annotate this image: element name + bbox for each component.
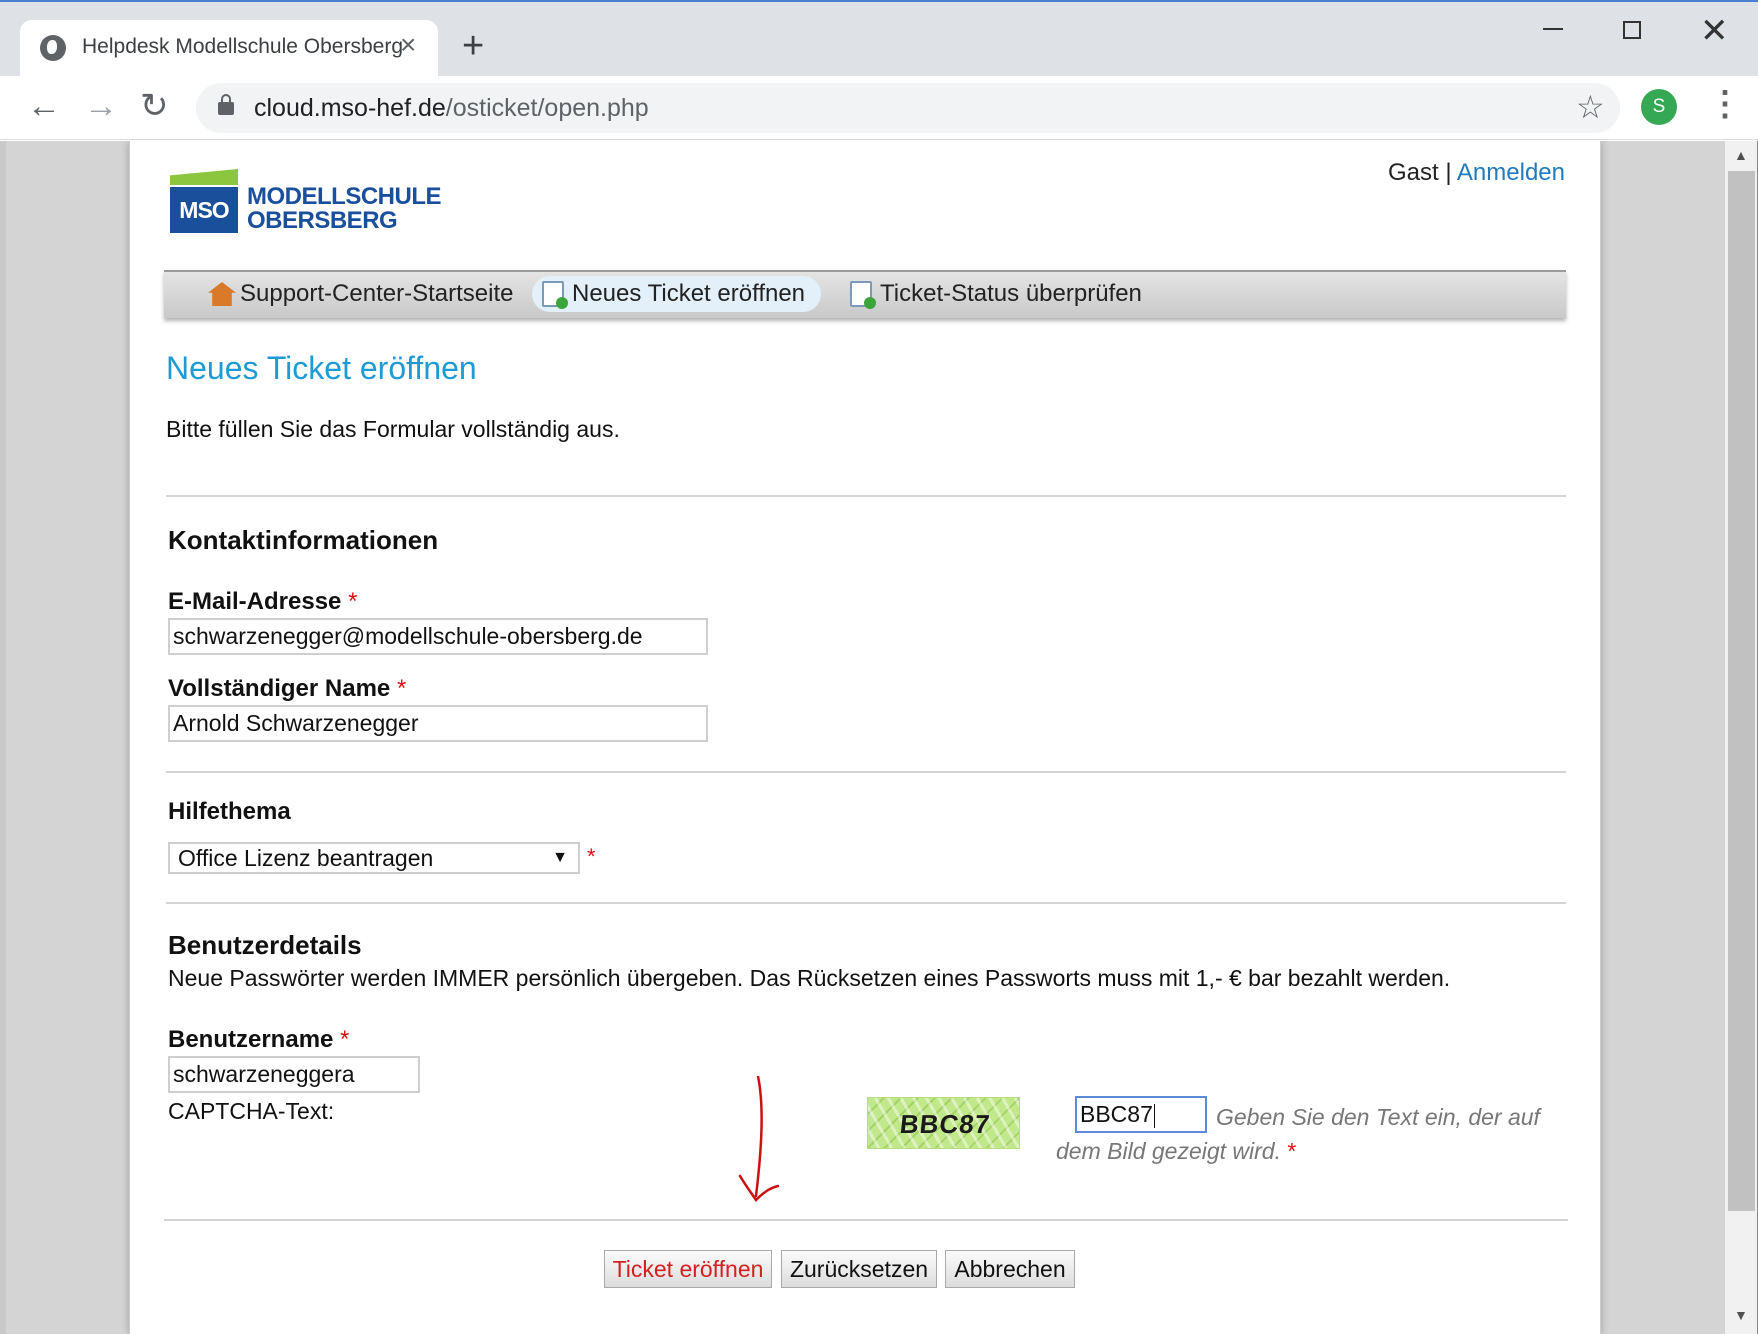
forward-arrow-icon[interactable]: →: [84, 86, 118, 126]
background-strip: [0, 141, 6, 1334]
dropdown-arrow-icon: ▼: [552, 849, 568, 866]
reload-icon[interactable]: ↻: [140, 86, 169, 126]
captcha-input[interactable]: BBC87: [1075, 1096, 1207, 1133]
home-icon: [208, 282, 236, 306]
close-window-button[interactable]: ✕: [1700, 14, 1729, 48]
helpdesk-page: MSO MODELLSCHULE OBERSBERG Gast | Anmeld…: [129, 141, 1601, 1334]
cancel-button[interactable]: Abbrechen: [945, 1250, 1075, 1288]
lock-icon: [218, 94, 234, 115]
vertical-scrollbar[interactable]: ▲ ▼: [1725, 141, 1758, 1334]
page-title: Neues Ticket eröffnen: [166, 350, 477, 386]
nav-item-home[interactable]: Support-Center-Startseite: [200, 276, 529, 312]
logo-line-2: OBERSBERG: [247, 207, 398, 234]
back-arrow-icon[interactable]: ←: [27, 86, 61, 126]
required-marker: *: [340, 1026, 350, 1053]
divider: [166, 771, 1566, 773]
captcha-image: BBC87: [867, 1097, 1020, 1149]
full-name-field[interactable]: Arnold Schwarzenegger: [168, 705, 708, 742]
divider: [166, 495, 1566, 497]
user-details-description: Neue Passwörter werden IMMER persönlich …: [168, 965, 1451, 991]
profile-avatar[interactable]: S: [1641, 89, 1677, 125]
help-topic-select[interactable]: Office Lizenz beantragen ▼: [168, 842, 580, 874]
username-label: Benutzername *: [168, 1026, 350, 1053]
divider: [164, 1219, 1568, 1221]
user-info: Gast | Anmelden: [1388, 159, 1565, 187]
required-marker: *: [348, 588, 358, 615]
annotation-arrow: [738, 1076, 780, 1202]
nav-item-label: Support-Center-Startseite: [240, 280, 514, 307]
ticket-status-icon: [850, 281, 876, 309]
user-separator: |: [1445, 159, 1452, 186]
help-topic-label: Hilfethema: [168, 798, 291, 825]
url-text[interactable]: cloud.mso-hef.de/osticket/open.php: [254, 94, 649, 123]
help-topic-value: Office Lizenz beantragen: [178, 845, 434, 871]
more-menu-icon[interactable]: ⋮: [1708, 84, 1742, 124]
plus-icon[interactable]: +: [462, 26, 484, 66]
scroll-down-icon[interactable]: ▼: [1734, 1307, 1748, 1323]
minimize-window-button[interactable]: [1543, 16, 1563, 36]
captcha-label: CAPTCHA-Text:: [168, 1098, 335, 1124]
scrollbar-thumb[interactable]: [1728, 171, 1755, 1211]
user-details-heading: Benutzerdetails: [168, 930, 362, 960]
new-ticket-icon: [542, 281, 568, 309]
globe-icon: [40, 35, 66, 61]
reset-button[interactable]: Zurücksetzen: [781, 1250, 937, 1288]
captcha-image-text: BBC87: [898, 1109, 992, 1139]
divider: [166, 902, 1566, 904]
bookmark-star-icon[interactable]: ☆: [1576, 87, 1605, 127]
required-marker: *: [1287, 1138, 1297, 1164]
nav-item-label: Neues Ticket eröffnen: [572, 280, 806, 307]
logo-box: MSO: [170, 187, 238, 233]
required-marker: *: [587, 844, 596, 869]
nav-item-new-ticket[interactable]: Neues Ticket eröffnen: [532, 276, 822, 312]
captcha-input-value: BBC87: [1080, 1101, 1153, 1127]
close-tab-icon[interactable]: ×: [400, 31, 416, 59]
email-label: E-Mail-Adresse *: [168, 588, 358, 615]
main-nav: Support-Center-Startseite Neues Ticket e…: [164, 270, 1566, 318]
intro-text: Bitte füllen Sie das Formular vollständi…: [166, 416, 620, 442]
full-name-label: Vollständiger Name *: [168, 675, 407, 702]
browser-tab[interactable]: Helpdesk Modellschule Obersberg ×: [20, 20, 438, 78]
email-field[interactable]: schwarzenegger@modellschule-obersberg.de: [168, 618, 708, 655]
contact-heading: Kontaktinformationen: [168, 525, 439, 555]
username-field[interactable]: schwarzeneggera: [168, 1056, 420, 1093]
submit-ticket-button[interactable]: Ticket eröffnen: [604, 1250, 772, 1288]
school-logo[interactable]: MSO MODELLSCHULE OBERSBERG: [170, 169, 450, 239]
login-link[interactable]: Anmelden: [1457, 159, 1565, 186]
guest-label: Gast: [1387, 159, 1439, 186]
tab-title: Helpdesk Modellschule Obersberg: [82, 35, 403, 58]
scroll-up-icon[interactable]: ▲: [1734, 147, 1748, 163]
browser-tab-strip: Helpdesk Modellschule Obersberg × + ✕: [0, 0, 1758, 78]
browser-viewport: MSO MODELLSCHULE OBERSBERG Gast | Anmeld…: [0, 141, 1758, 1334]
maximize-window-button[interactable]: [1623, 21, 1641, 39]
nav-item-ticket-status[interactable]: Ticket-Status überprüfen: [840, 276, 1158, 312]
nav-item-label: Ticket-Status überprüfen: [880, 280, 1142, 307]
address-bar[interactable]: cloud.mso-hef.de/osticket/open.php ☆: [196, 83, 1620, 133]
browser-toolbar: ← → ↻ cloud.mso-hef.de/osticket/open.php…: [0, 76, 1758, 140]
logo-green-bar: [170, 169, 238, 185]
required-marker: *: [396, 675, 407, 702]
text-cursor: [1153, 1103, 1155, 1128]
